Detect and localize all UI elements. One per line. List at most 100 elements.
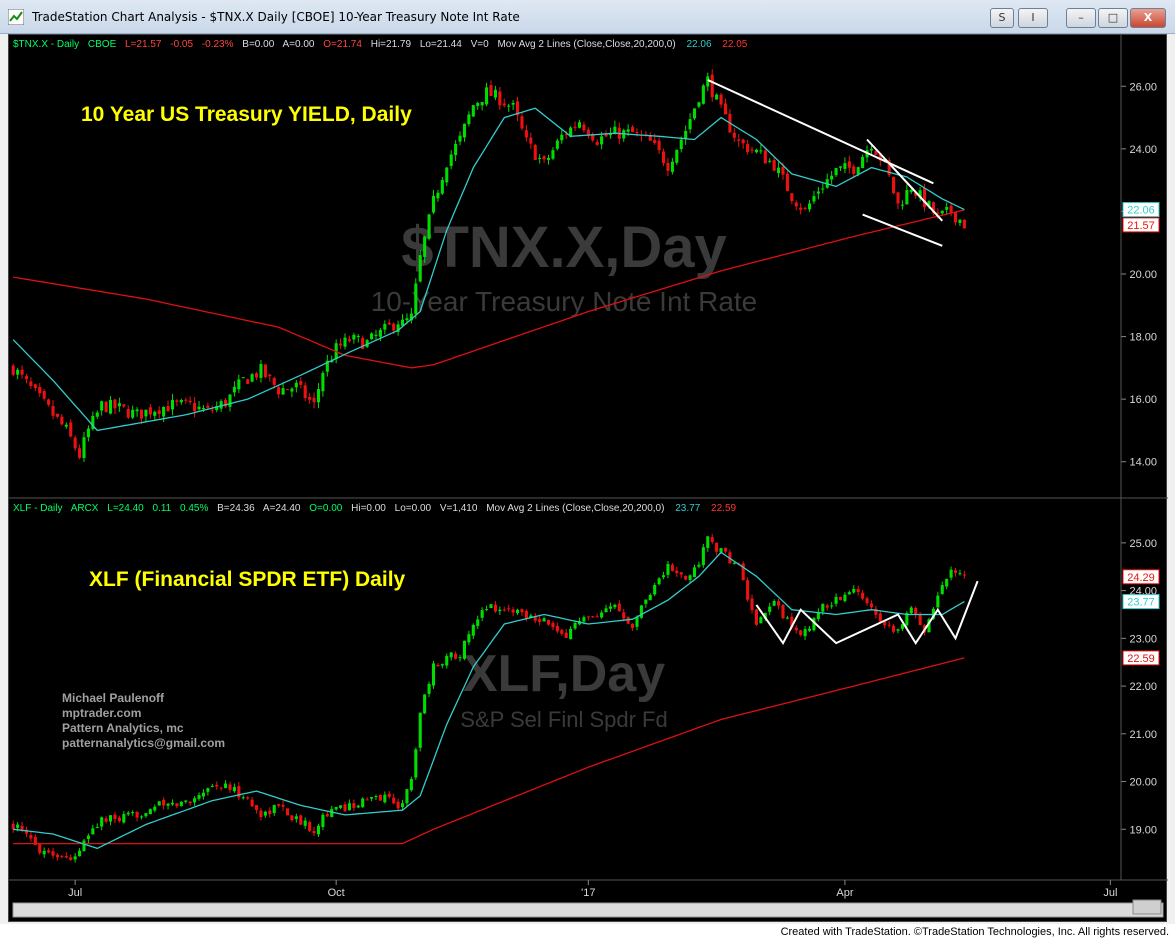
- xlf-candle-body: [347, 803, 351, 811]
- tnx-candle-body: [374, 334, 378, 336]
- tnx-candle-body: [834, 168, 838, 176]
- xlf-candle-body: [449, 652, 453, 658]
- tnx-candle-body: [387, 322, 391, 325]
- xlf-header-study: Mov Avg 2 Lines (Close,Close,20,200,0): [486, 503, 664, 514]
- tnx-header-last: L=21.57: [125, 39, 162, 50]
- xlf-candle-body: [661, 575, 666, 578]
- xlf-header-ma20: 23.77: [675, 503, 700, 514]
- tnx-candle-body: [268, 374, 272, 377]
- xlf-candle-body: [78, 850, 82, 857]
- xlf-candle-body: [781, 604, 785, 619]
- tnx-candle-body: [958, 219, 962, 223]
- xlf-candle-body: [104, 818, 108, 822]
- xlf-candle-body: [515, 609, 520, 614]
- xlf-candle-body: [754, 609, 758, 625]
- horizontal-scrollbar[interactable]: [12, 902, 1164, 918]
- tnx-candle-body: [157, 410, 161, 415]
- xlf-candle-body: [936, 595, 940, 608]
- xlf-candle-body: [427, 684, 431, 694]
- xlf-candle-body: [613, 604, 617, 608]
- xlf-ytick-label: 19.00: [1129, 824, 1157, 836]
- tnx-candle-body: [785, 173, 789, 192]
- xlf-candle-body: [82, 840, 86, 852]
- tnx-watermark-sub: 10-Year Treasury Note Int Rate: [371, 286, 758, 317]
- xlf-candle-body: [865, 598, 869, 604]
- xlf-candle-body: [723, 547, 728, 552]
- tnx-candle-body: [909, 189, 913, 192]
- xtick-label: Oct: [328, 887, 345, 899]
- minimize-button[interactable]: –: [1066, 8, 1096, 28]
- xlf-candle-body: [830, 605, 834, 607]
- window-title: TradeStation Chart Analysis - $TNX.X Dai…: [32, 10, 520, 24]
- tnx-candle-body: [821, 188, 825, 190]
- tnx-candle-body: [480, 101, 484, 106]
- tnx-candle-body: [51, 405, 55, 416]
- tnx-candle-body: [476, 102, 480, 106]
- i-menu-button[interactable]: I: [1018, 8, 1048, 28]
- tnx-ytick-label: 18.00: [1129, 332, 1157, 344]
- xlf-candle-body: [299, 815, 303, 825]
- xlf-candle-body: [339, 805, 343, 808]
- xlf-candle-body: [945, 578, 949, 587]
- tnx-candle-body: [277, 387, 281, 395]
- tnx-trendline: [862, 213, 943, 247]
- tnx-candle-body: [604, 134, 608, 137]
- tnx-candle-body: [170, 400, 175, 410]
- xlf-candle-body: [949, 569, 953, 578]
- xlf-candle-body: [467, 634, 471, 643]
- tnx-candle-body: [281, 388, 285, 395]
- tnx-candle-body: [232, 386, 236, 393]
- tnx-candle-body: [259, 364, 263, 378]
- tnx-candle-body: [436, 192, 440, 199]
- xlf-candle-body: [838, 596, 843, 600]
- tnx-candle-body: [953, 212, 958, 223]
- tnx-header-low: Lo=21.44: [420, 39, 462, 50]
- xlf-candle-body: [715, 542, 719, 552]
- xlf-header-ma200: 22.59: [711, 503, 736, 514]
- xlf-candle-body: [431, 663, 436, 686]
- tnx-candle-body: [940, 210, 944, 214]
- xlf-candle-body: [825, 605, 829, 608]
- xlf-candle-body: [573, 622, 577, 629]
- scroll-right-button[interactable]: [1132, 899, 1162, 915]
- xlf-candle-body: [648, 594, 652, 601]
- s-menu-button[interactable]: S: [990, 8, 1014, 28]
- time-axis: Jul Oct '17 Apr Jul: [68, 880, 1117, 899]
- xlf-ytick-label: 21.00: [1129, 729, 1157, 741]
- xlf-header-pct: 0.45%: [180, 503, 208, 514]
- xlf-candle-body: [617, 603, 621, 612]
- chart-canvas[interactable]: $TNX.X - Daily CBOE L=21.57 -0.05 -0.23%…: [9, 35, 1168, 923]
- tnx-candle-body: [847, 161, 851, 168]
- xlf-candle-body: [42, 850, 46, 855]
- xlf-candle-body: [166, 803, 170, 806]
- tnx-candle-body: [458, 135, 462, 142]
- tnx-candle-body: [498, 91, 502, 106]
- xlf-candle-body: [732, 562, 736, 564]
- xlf-candle-body: [670, 564, 674, 571]
- tnx-candle-body: [701, 85, 705, 104]
- xlf-candle-body: [405, 789, 409, 804]
- tnx-candle-body: [378, 329, 382, 337]
- xlf-price-label-ma20: 23.77: [1127, 597, 1155, 609]
- tnx-candle-body: [945, 207, 949, 210]
- tnx-ytick-label: 20.00: [1129, 269, 1157, 281]
- tnx-candle-body: [113, 399, 117, 409]
- xlf-candle-body: [807, 628, 812, 631]
- xlf-ytick-label: 22.00: [1129, 681, 1157, 693]
- tnx-candle-body: [551, 150, 555, 159]
- maximize-button[interactable]: □: [1098, 8, 1128, 28]
- tnx-candle-body: [82, 437, 86, 459]
- close-button[interactable]: X: [1130, 8, 1166, 28]
- xlf-candle-body: [436, 664, 440, 667]
- xlf-candle-body: [600, 612, 604, 618]
- tnx-candle-body: [148, 407, 152, 415]
- tnx-candle-body: [777, 167, 781, 174]
- xlf-candle-body: [224, 783, 228, 789]
- tnx-candle-body: [560, 134, 564, 141]
- tnx-candle-body: [511, 102, 515, 105]
- tnx-candle-body: [431, 195, 436, 213]
- tnx-candle-body: [520, 116, 524, 129]
- tnx-trendline: [866, 138, 944, 222]
- tnx-header-ma200: 22.05: [722, 39, 747, 50]
- xlf-candle-body: [595, 616, 599, 618]
